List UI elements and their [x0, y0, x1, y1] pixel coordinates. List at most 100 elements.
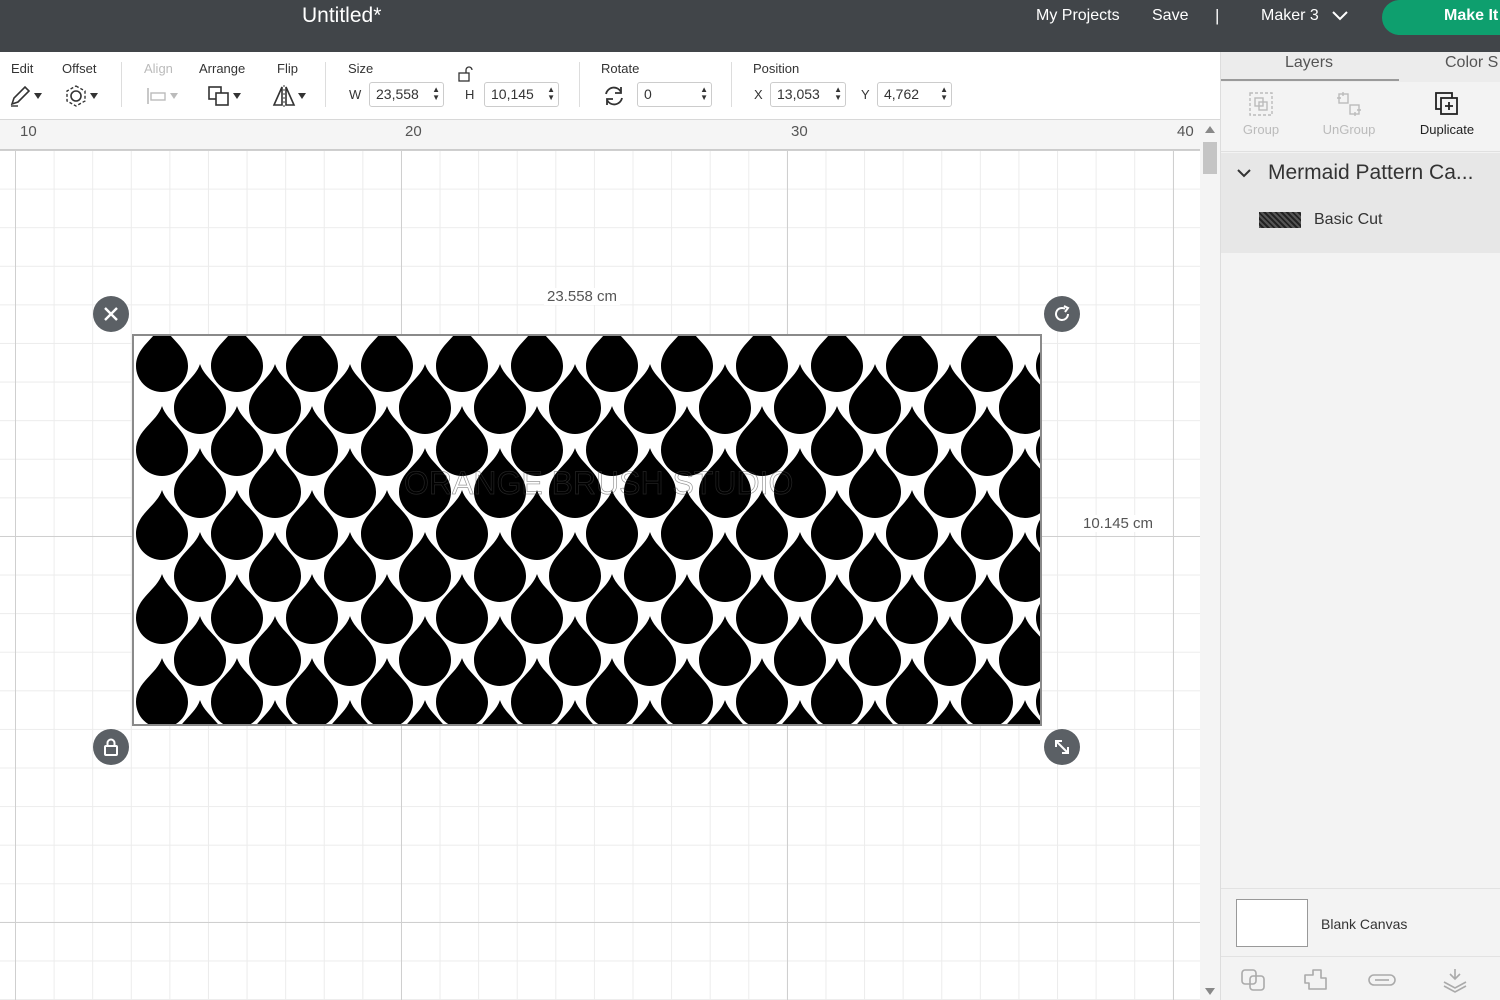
duplicate-icon — [1435, 92, 1458, 115]
group-icon — [1249, 92, 1273, 116]
layer-bottom-tools — [1221, 956, 1500, 1000]
ungroup-icon — [1337, 92, 1361, 116]
y-position-input[interactable]: 4,762 ▲ ▼ — [877, 82, 952, 107]
ruler-tick: 40 — [1177, 123, 1194, 140]
my-projects-link[interactable]: My Projects — [1036, 7, 1120, 25]
ungroup-button[interactable]: UnGroup — [1309, 90, 1389, 137]
save-button[interactable]: Save — [1152, 7, 1188, 25]
flatten-icon[interactable] — [1441, 967, 1469, 993]
caret-down-icon — [90, 93, 98, 99]
panel-tabs: Layers Color S — [1221, 52, 1500, 82]
edit-label: Edit — [11, 61, 34, 76]
height-dimension-label: 10.145 cm — [1080, 515, 1157, 532]
flip-icon — [272, 85, 296, 107]
project-title[interactable]: Untitled* — [302, 4, 381, 28]
active-tab-indicator — [1221, 79, 1399, 81]
lock-icon[interactable] — [457, 66, 475, 82]
caret-down-icon — [170, 93, 178, 99]
tab-color-sync[interactable]: Color S — [1445, 54, 1498, 72]
scale-shape — [361, 336, 413, 392]
blank-canvas-swatch[interactable] — [1236, 899, 1308, 947]
x-position-stepper[interactable]: ▲ ▼ — [834, 86, 842, 102]
height-label: H — [465, 87, 475, 102]
combine-icon[interactable] — [1301, 967, 1329, 993]
toolbar-divider — [579, 62, 580, 107]
vertical-scrollbar[interactable] — [1200, 120, 1220, 1000]
header-divider: | — [1215, 6, 1220, 25]
delete-handle[interactable] — [93, 296, 129, 332]
height-value: 10,145 — [491, 86, 534, 102]
rotate-handle[interactable] — [1044, 296, 1080, 332]
machine-selector[interactable]: Maker 3 — [1261, 7, 1349, 25]
flip-label: Flip — [277, 61, 298, 76]
scale-shape — [811, 336, 863, 392]
layer-operation-label[interactable]: Basic Cut — [1314, 211, 1382, 229]
mermaid-scale-pattern: ORANGE BRUSH STUDIO — [136, 336, 1040, 724]
arrange-dropdown[interactable] — [207, 84, 241, 108]
blank-canvas-label: Blank Canvas — [1321, 916, 1408, 932]
scale-shape — [661, 336, 713, 392]
x-position-value: 13,053 — [777, 86, 820, 102]
scale-shape — [736, 336, 788, 392]
scroll-up-icon[interactable] — [1205, 126, 1215, 133]
lock-proportions-handle[interactable] — [93, 729, 129, 765]
x-position-input[interactable]: 13,053 ▲ ▼ — [770, 82, 846, 107]
slice-icon[interactable] — [1239, 967, 1267, 993]
chevron-down-icon[interactable] — [1237, 168, 1251, 178]
offset-icon — [66, 85, 86, 107]
position-label: Position — [753, 61, 800, 76]
blank-canvas-row[interactable]: Blank Canvas — [1221, 888, 1500, 952]
scale-shape — [886, 336, 938, 392]
selected-object[interactable]: ORANGE BRUSH STUDIO — [132, 334, 1042, 726]
make-it-label: Make It — [1444, 7, 1499, 24]
horizontal-ruler: 10 20 30 40 — [0, 120, 1200, 150]
height-input[interactable]: 10,145 ▲ ▼ — [484, 82, 559, 107]
scale-shape — [136, 336, 188, 392]
edit-dropdown[interactable] — [8, 84, 42, 108]
ungroup-label: UnGroup — [1322, 122, 1376, 137]
rotate-label: Rotate — [601, 61, 640, 76]
scale-shape — [586, 336, 638, 392]
arrange-icon — [208, 86, 229, 106]
scrollbar-thumb[interactable] — [1203, 142, 1217, 174]
width-stepper[interactable]: ▲ ▼ — [432, 86, 440, 102]
y-position-stepper[interactable]: ▲ ▼ — [940, 86, 948, 102]
group-button[interactable]: Group — [1221, 90, 1301, 137]
caret-down-icon — [298, 93, 306, 99]
rotate-stepper[interactable]: ▲ ▼ — [700, 86, 708, 102]
resize-icon — [1055, 740, 1069, 754]
toolbar-divider — [121, 62, 122, 107]
offset-dropdown[interactable] — [64, 84, 98, 108]
y-position-value: 4,762 — [884, 86, 920, 102]
edit-toolbar: Edit Offset Align Arrange Flip Size W 23… — [0, 52, 1220, 120]
ruler-tick: 20 — [405, 123, 422, 140]
width-input[interactable]: 23,558 ▲ ▼ — [369, 82, 444, 107]
layers-panel: Layers Color S Group UnGroup Duplicate M… — [1220, 52, 1500, 1000]
caret-down-icon — [233, 93, 241, 99]
scale-shape — [511, 336, 563, 392]
make-it-button[interactable]: Make It — [1382, 0, 1500, 35]
layer-group-row[interactable]: Mermaid Pattern Ca... Basic Cut — [1221, 153, 1500, 253]
group-label: Group — [1242, 122, 1280, 137]
resize-handle[interactable] — [1044, 729, 1080, 765]
layer-group-title: Mermaid Pattern Ca... — [1268, 161, 1474, 184]
align-dropdown[interactable] — [146, 84, 178, 108]
scale-shape — [436, 336, 488, 392]
offset-label: Offset — [62, 61, 97, 76]
scroll-down-icon[interactable] — [1205, 988, 1215, 995]
lock-icon — [104, 738, 118, 756]
chevron-down-icon — [1332, 11, 1348, 21]
align-label: Align — [144, 61, 173, 76]
rotate-input[interactable]: 0 ▲ ▼ — [637, 82, 712, 107]
top-bar: Untitled* My Projects Save | Maker 3 Mak… — [0, 0, 1500, 52]
tab-layers[interactable]: Layers — [1285, 54, 1333, 72]
flip-dropdown[interactable] — [272, 84, 306, 108]
duplicate-button[interactable]: Duplicate — [1407, 90, 1487, 137]
width-value: 23,558 — [376, 86, 419, 102]
watermark-text: ORANGE BRUSH STUDIO — [404, 465, 793, 501]
ruler-tick: 30 — [791, 123, 808, 140]
rotate-value: 0 — [644, 86, 652, 102]
pen-icon — [10, 85, 31, 107]
attach-icon[interactable] — [1367, 967, 1397, 993]
height-stepper[interactable]: ▲ ▼ — [547, 86, 555, 102]
